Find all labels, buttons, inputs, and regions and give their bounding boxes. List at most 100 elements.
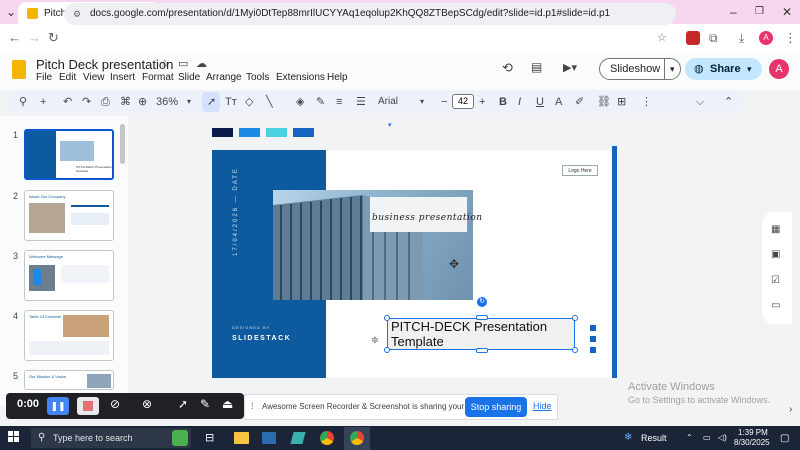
text-box-icon[interactable]: Tт <box>225 93 237 111</box>
search-menus-icon[interactable]: ⚲ <box>19 93 27 111</box>
italic-icon[interactable]: I <box>518 93 521 111</box>
menu-format[interactable]: Format <box>142 72 174 83</box>
pause-button[interactable]: ❚❚ <box>47 397 69 415</box>
resize-handle[interactable] <box>476 348 488 353</box>
menu-slide[interactable]: Slide <box>178 72 200 83</box>
download-icon[interactable]: ⤓ <box>739 24 744 52</box>
menu-arrange[interactable]: Arrange <box>206 72 242 83</box>
editing-mode-icon[interactable]: ⌵ <box>696 93 704 111</box>
meet-icon[interactable]: ▶▾ <box>563 61 577 74</box>
version-history-icon[interactable]: ⟲ <box>502 60 513 76</box>
address-bar[interactable]: ⚙ docs.google.com/presentation/d/1Myi0Dt… <box>64 3 676 25</box>
mic-off-icon[interactable]: ⊗ <box>142 397 152 411</box>
fill-color-icon[interactable]: ◈ <box>296 93 304 111</box>
new-slide-icon[interactable]: + <box>40 93 46 111</box>
tray-up-icon[interactable]: ⌃ <box>686 433 693 442</box>
pen-tool-icon[interactable]: ✎ <box>200 397 210 411</box>
move-folder-icon[interactable]: ▭ <box>178 57 188 70</box>
account-avatar[interactable]: A <box>769 59 789 79</box>
back-button[interactable]: ← <box>8 24 21 52</box>
hide-link[interactable]: Hide <box>533 401 552 411</box>
border-weight-icon[interactable]: ≡ <box>336 93 342 111</box>
decrease-font-size-icon[interactable]: − <box>441 93 447 111</box>
notifications-icon[interactable]: ▢ <box>780 433 789 444</box>
game-app-icon[interactable] <box>172 430 188 446</box>
zoom-level[interactable]: 36% <box>156 93 178 111</box>
zoom-icon[interactable]: ⊕ <box>138 93 147 111</box>
weather-icon[interactable]: ❄ <box>624 432 632 443</box>
menu-edit[interactable]: Edit <box>59 72 76 83</box>
comments-icon[interactable]: ▤ <box>531 60 542 74</box>
slides-logo-icon[interactable] <box>12 60 26 79</box>
site-info-icon[interactable]: ⚙ <box>73 3 81 25</box>
line-icon[interactable]: ╲ <box>266 93 273 111</box>
taskbar-search[interactable]: ⚲ Type here to search <box>31 428 191 448</box>
undo-icon[interactable]: ↶ <box>63 93 72 111</box>
border-dash-icon[interactable]: ☰ <box>356 93 366 111</box>
menu-help[interactable]: Help <box>327 72 348 83</box>
forward-button[interactable]: → <box>28 24 41 52</box>
resize-handle[interactable] <box>572 315 578 321</box>
network-icon[interactable]: ▭ <box>703 433 711 442</box>
tab-search-icon[interactable]: ⌄ <box>6 0 16 24</box>
designed-by-text[interactable]: DESIGNED BY <box>232 325 270 330</box>
highlight-color-icon[interactable]: ✐ <box>575 93 584 111</box>
weather-text[interactable]: Result <box>641 433 667 443</box>
slide-thumbnail-4[interactable]: Table Of Contents <box>24 310 114 361</box>
document-title[interactable]: Pitch Deck presentation <box>36 57 173 72</box>
recorder-extension-icon[interactable] <box>686 31 700 45</box>
minimize-button[interactable]: – <box>730 0 737 24</box>
highlighter-icon[interactable]: ⏏ <box>222 397 233 411</box>
tasks-icon[interactable]: ☑ <box>771 275 780 286</box>
resize-handle[interactable] <box>572 347 578 353</box>
rotate-handle-icon[interactable]: ↻ <box>477 297 487 307</box>
paint-format-icon[interactable]: ⌘ <box>120 93 131 111</box>
brand-text[interactable]: SLIDESTACK <box>232 335 291 342</box>
ruler-indent-marker[interactable]: ▾ <box>388 121 392 129</box>
calendar-icon[interactable]: ▦ <box>771 224 780 235</box>
chrome-taskbar-icon[interactable] <box>320 431 334 445</box>
overlay-text[interactable]: business presentation <box>372 213 483 223</box>
print-icon[interactable]: ⎙ <box>101 93 110 111</box>
collapse-toolbar-icon[interactable]: ⌃ <box>724 93 733 111</box>
reload-button[interactable]: ↻ <box>48 24 59 52</box>
stop-recording-button[interactable] <box>77 397 99 415</box>
media-player-icon[interactable] <box>262 432 276 444</box>
restore-button[interactable]: ❐ <box>755 0 764 24</box>
more-options-icon[interactable]: ⋮ <box>641 93 652 111</box>
increase-font-size-icon[interactable]: + <box>479 93 485 111</box>
volume-icon[interactable]: ◁) <box>718 433 727 442</box>
drag-handle-icon[interactable]: ⁞ <box>251 401 254 411</box>
underline-icon[interactable]: U <box>536 93 544 111</box>
chrome-menu-icon[interactable]: ⋮ <box>784 24 797 52</box>
resize-handle[interactable] <box>384 347 390 353</box>
clock-time[interactable]: 1:39 PM <box>738 428 768 437</box>
maps-icon[interactable]: ▭ <box>771 300 780 311</box>
windows-start-icon[interactable] <box>8 431 20 443</box>
logo-placeholder[interactable]: Logo Here <box>562 165 598 176</box>
star-icon[interactable]: ☆ <box>160 57 170 70</box>
add-comment-icon[interactable]: ⊞ <box>617 93 626 111</box>
share-dropdown-icon[interactable]: ▾ <box>747 58 752 80</box>
resize-handle[interactable] <box>384 315 390 321</box>
slide-thumbnail-1[interactable]: PITCH-DECK Presentation Template <box>24 129 114 180</box>
select-cursor-icon[interactable]: ➚ <box>207 93 216 111</box>
slide-thumbnail-3[interactable]: Welcome Message <box>24 250 114 301</box>
font-size-input[interactable]: 42 <box>452 94 474 109</box>
border-color-icon[interactable]: ✎ <box>316 93 325 111</box>
cursor-tool-icon[interactable]: ➚ <box>178 397 188 411</box>
keep-icon[interactable]: ▣ <box>771 249 780 260</box>
title-line-2[interactable]: Template <box>391 335 444 349</box>
bold-icon[interactable]: B <box>499 93 507 111</box>
menu-insert[interactable]: Insert <box>110 72 135 83</box>
file-explorer-icon[interactable] <box>234 432 249 444</box>
shape-icon[interactable]: ◇ <box>245 93 253 111</box>
show-side-panel-icon[interactable]: › <box>789 404 792 415</box>
stop-sharing-button[interactable]: Stop sharing <box>465 397 527 417</box>
close-window-button[interactable]: ✕ <box>782 0 792 24</box>
profile-avatar[interactable]: A <box>759 31 773 45</box>
font-selector[interactable]: Arial ▾ <box>378 93 430 111</box>
text-options-icon[interactable]: ≑ <box>366 333 384 349</box>
slide-thumbnail-2[interactable]: About Our Company <box>24 190 114 241</box>
task-view-icon[interactable]: ⊟ <box>205 431 214 444</box>
